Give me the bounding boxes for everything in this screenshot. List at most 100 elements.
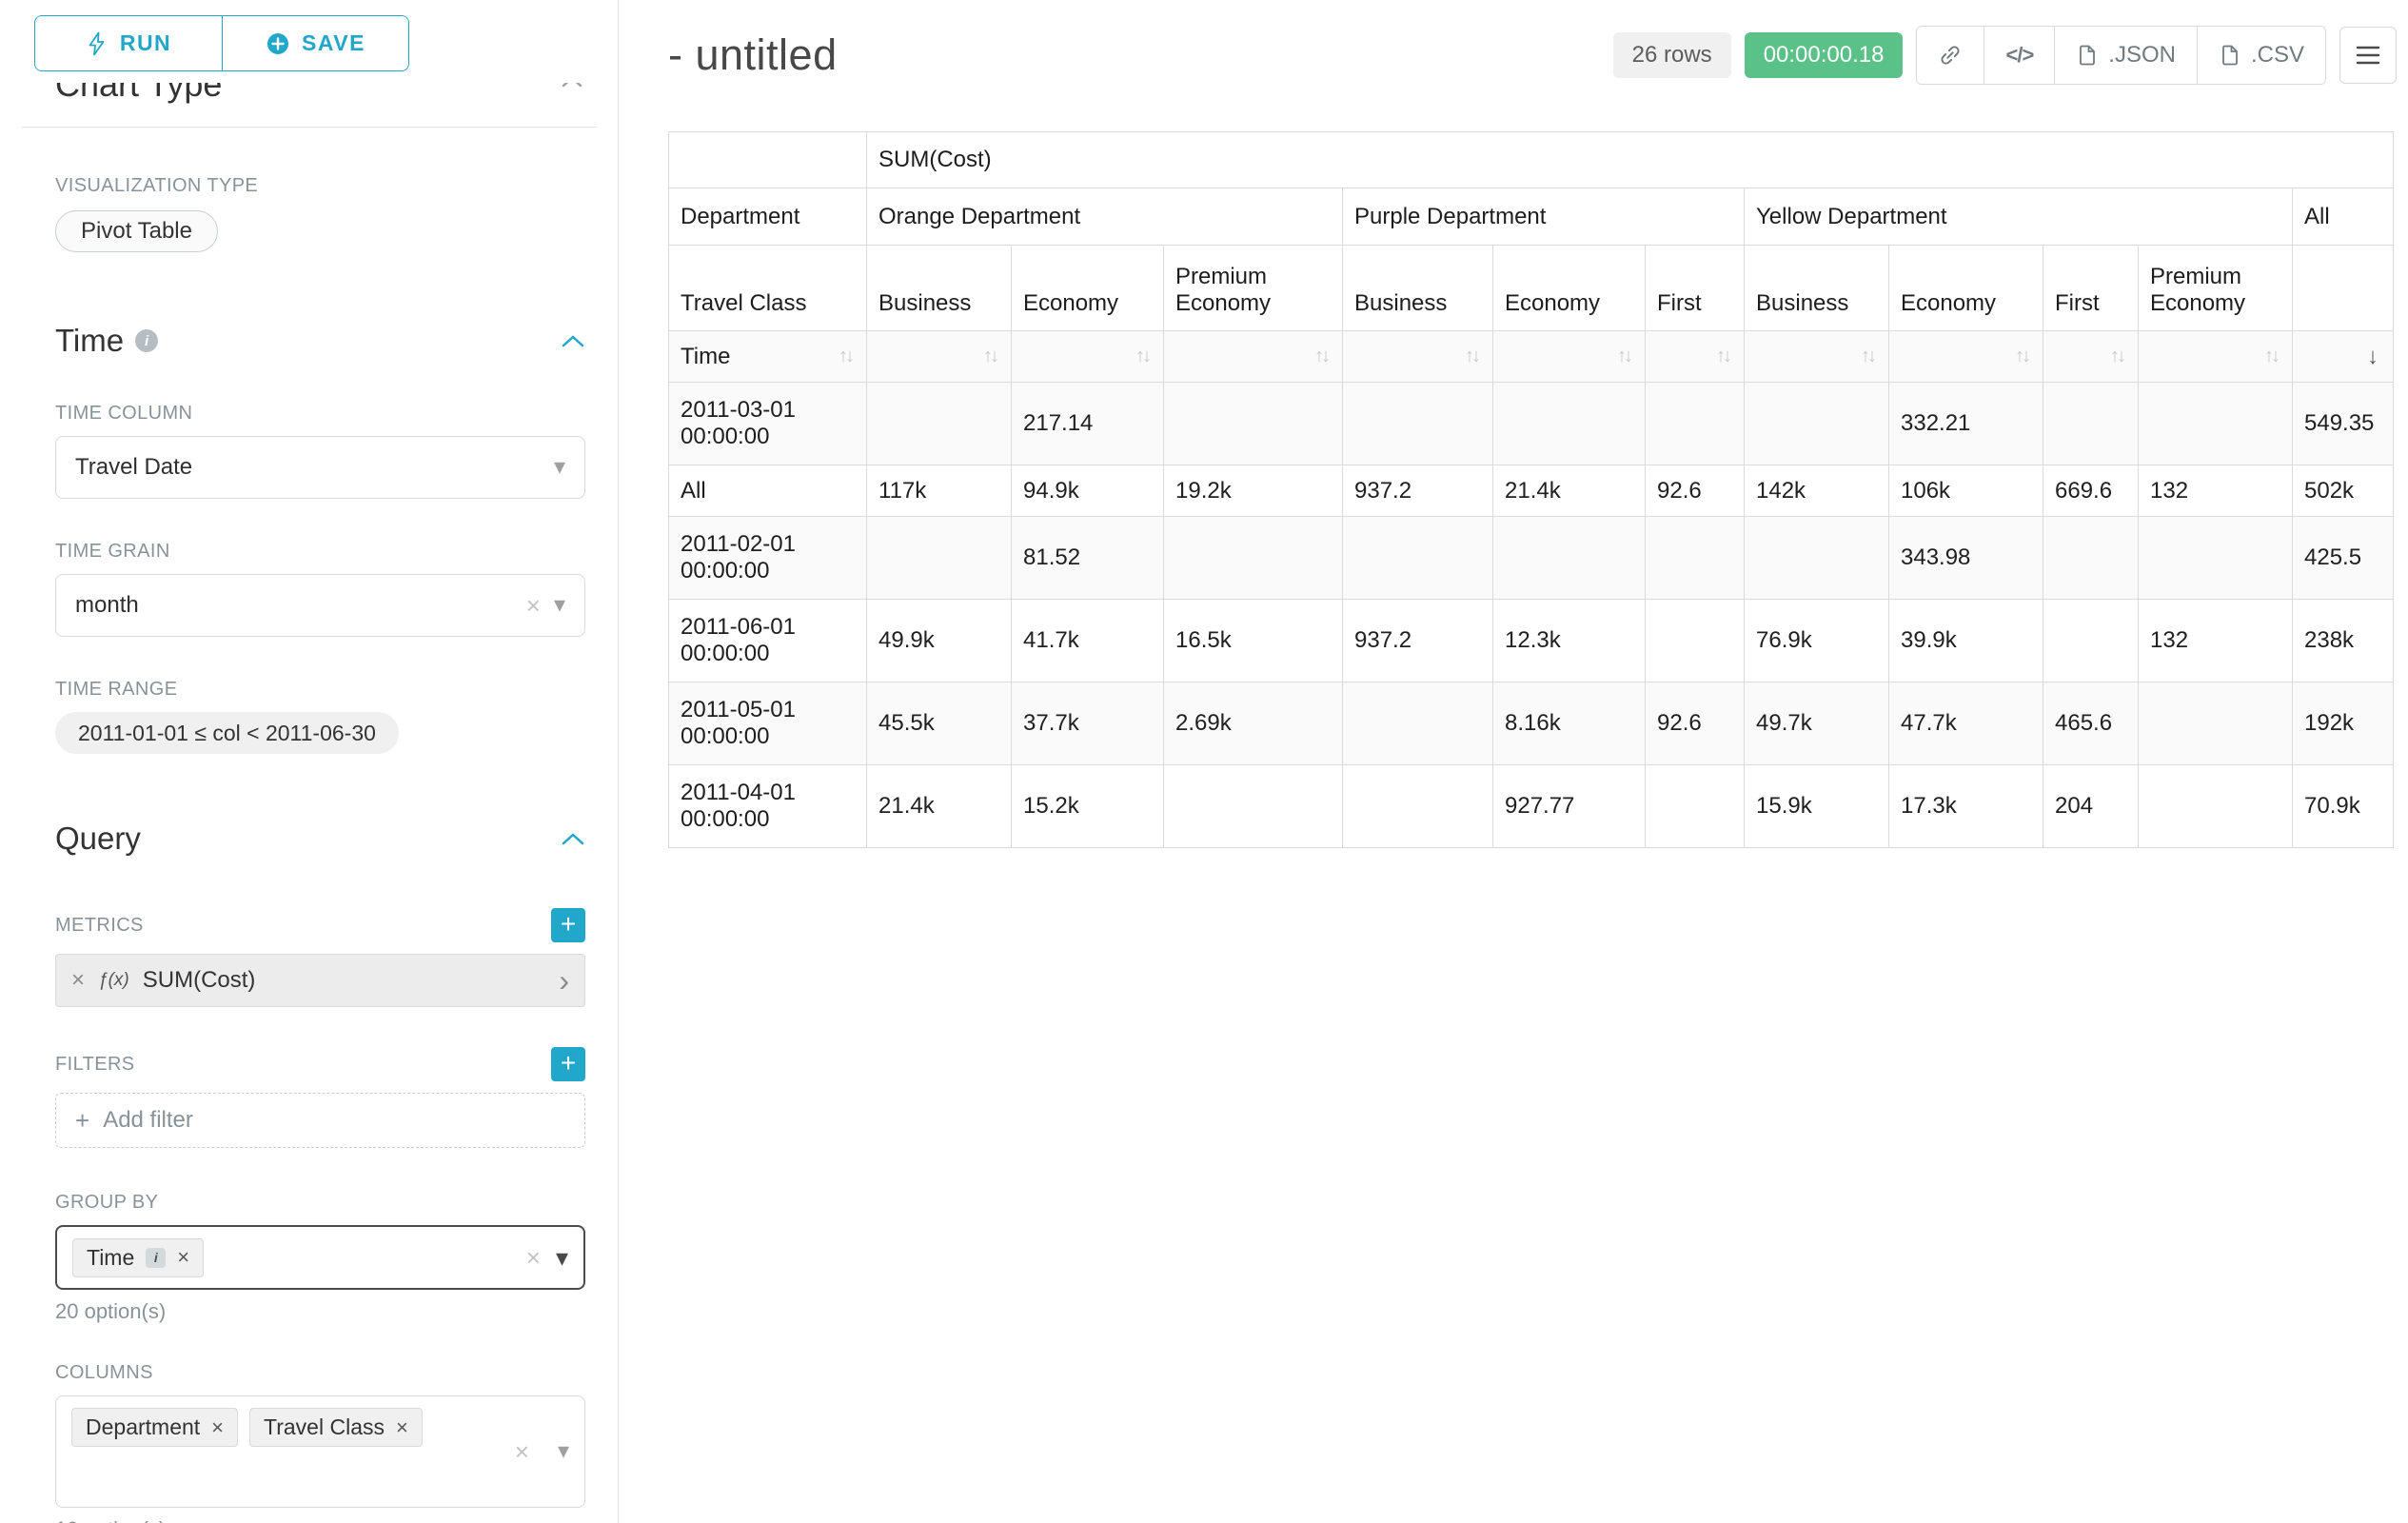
sort-icon[interactable]: ↑↓ xyxy=(1861,346,1877,367)
pivot-value-cell: 142k xyxy=(1745,465,1889,517)
chart-header-actions: 26 rows 00:00:00.18 </> xyxy=(1613,26,2397,85)
pivot-value-cell: 132 xyxy=(2139,600,2293,682)
remove-icon[interactable]: × xyxy=(211,1417,224,1438)
pivot-sort-cell[interactable]: ↓ xyxy=(2293,331,2394,383)
chevron-right-icon[interactable]: › xyxy=(559,965,569,996)
select-controls: × ▾ xyxy=(515,1439,569,1464)
sort-icon[interactable]: ↑↓ xyxy=(2110,346,2126,367)
pivot-row-header: 2011-03-01 00:00:00 xyxy=(669,383,867,465)
sort-icon[interactable]: ↑↓ xyxy=(1617,346,1633,367)
pivot-value-cell xyxy=(1493,517,1646,600)
select-controls: × ▾ xyxy=(526,1245,568,1270)
columns-options-hint: 19 option(s) xyxy=(55,1517,585,1523)
pivot-value-cell: 2.69k xyxy=(1164,682,1343,765)
pivot-sort-cell[interactable]: ↑↓ xyxy=(2139,331,2293,383)
clear-icon[interactable]: × xyxy=(515,1439,529,1464)
pivot-sort-cell[interactable]: ↑↓ xyxy=(1343,331,1493,383)
pivot-value-cell: 41.7k xyxy=(1012,600,1164,682)
chevron-up-icon[interactable] xyxy=(561,831,585,846)
pivot-value-cell xyxy=(2139,383,2293,465)
pivot-value-cell xyxy=(1343,517,1493,600)
department-axis-label: Department xyxy=(669,188,867,246)
save-button[interactable]: SAVE xyxy=(222,16,408,70)
chevron-up-icon[interactable] xyxy=(561,333,585,348)
sort-icon[interactable]: ↑↓ xyxy=(983,346,999,367)
sort-icon[interactable]: ↑↓ xyxy=(839,346,855,367)
export-csv-button[interactable]: .CSV xyxy=(2197,27,2325,84)
add-filter-button[interactable]: + Add filter xyxy=(55,1093,585,1148)
pivot-sort-cell[interactable]: ↑↓ xyxy=(1745,331,1889,383)
sort-icon[interactable]: ↑↓ xyxy=(2264,346,2280,367)
pivot-sort-cell[interactable]: ↑↓ xyxy=(1646,331,1745,383)
pivot-value-cell: 8.16k xyxy=(1493,682,1646,765)
clear-icon[interactable]: × xyxy=(526,593,541,618)
tag-pill[interactable]: Timei× xyxy=(72,1238,204,1277)
time-section-header[interactable]: Time i xyxy=(55,323,585,359)
time-range-pill[interactable]: 2011-01-01 ≤ col < 2011-06-30 xyxy=(55,712,399,754)
travel-class-header: Premium Economy xyxy=(1164,246,1343,331)
pivot-value-cell: 502k xyxy=(2293,465,2394,517)
query-timer-badge: 00:00:00.18 xyxy=(1745,32,1904,78)
sort-icon[interactable]: ↑↓ xyxy=(1135,346,1152,367)
tag-pill[interactable]: Travel Class × xyxy=(249,1408,423,1447)
pivot-value-cell: 15.9k xyxy=(1745,765,1889,848)
pivot-row-header: 2011-04-01 00:00:00 xyxy=(669,765,867,848)
sort-icon[interactable]: ↑↓ xyxy=(1716,346,1732,367)
travel-class-header-row: Travel ClassBusinessEconomyPremium Econo… xyxy=(669,246,2394,331)
remove-icon[interactable]: × xyxy=(71,969,85,992)
sort-icon[interactable]: ↑↓ xyxy=(2015,346,2031,367)
share-link-button[interactable] xyxy=(1917,27,1984,84)
travel-class-header: Business xyxy=(867,246,1012,331)
metric-label: SUM(Cost) xyxy=(143,967,256,994)
pivot-value-cell xyxy=(1646,383,1745,465)
menu-button[interactable] xyxy=(2339,27,2397,84)
pivot-sort-cell[interactable]: ↑↓ xyxy=(1493,331,1646,383)
remove-icon[interactable]: × xyxy=(396,1417,408,1438)
query-section-header[interactable]: Query xyxy=(55,821,585,857)
pivot-value-cell xyxy=(1646,517,1745,600)
time-column-select[interactable]: Travel Date ▾ xyxy=(55,436,585,499)
chevron-up-icon[interactable] xyxy=(561,83,583,93)
chart-title[interactable]: - untitled xyxy=(668,30,838,80)
department-header-row: DepartmentOrange DepartmentPurple Depart… xyxy=(669,188,2394,246)
group-by-select[interactable]: Timei× × ▾ xyxy=(55,1225,585,1290)
pivot-value-cell: 45.5k xyxy=(867,682,1012,765)
pivot-value-cell xyxy=(1164,517,1343,600)
metric-item[interactable]: × ƒ(x) SUM(Cost) › xyxy=(55,954,585,1007)
tag-label: Travel Class xyxy=(264,1414,385,1440)
travel-class-header: Business xyxy=(1745,246,1889,331)
pivot-value-cell: 92.6 xyxy=(1646,682,1745,765)
visualization-type-pill[interactable]: Pivot Table xyxy=(55,210,218,252)
sort-icon[interactable]: ↑↓ xyxy=(1314,346,1331,367)
travel-class-header: Economy xyxy=(1012,246,1164,331)
department-header: All xyxy=(2293,188,2394,246)
pivot-sort-cell[interactable]: ↑↓ xyxy=(1164,331,1343,383)
add-metric-button[interactable]: + xyxy=(551,908,585,942)
embed-code-button[interactable]: </> xyxy=(1984,27,2054,84)
pivot-table: SUM(Cost)DepartmentOrange DepartmentPurp… xyxy=(668,131,2394,848)
pivot-sort-cell[interactable]: ↑↓ xyxy=(867,331,1012,383)
pivot-value-cell: 12.3k xyxy=(1493,600,1646,682)
time-grain-select[interactable]: month × ▾ xyxy=(55,574,585,637)
sort-desc-icon[interactable]: ↓ xyxy=(2367,344,2381,370)
caret-down-icon[interactable]: ▾ xyxy=(558,1440,569,1463)
pivot-sort-cell[interactable]: ↑↓ xyxy=(1012,331,1164,383)
pivot-value-cell: 669.6 xyxy=(2043,465,2139,517)
export-json-button[interactable]: .JSON xyxy=(2054,27,2197,84)
export-button-group: </> .JSON .CSV xyxy=(1916,26,2326,85)
pivot-sort-cell[interactable]: ↑↓ xyxy=(2043,331,2139,383)
run-button[interactable]: RUN xyxy=(35,16,222,70)
pivot-data-row: 2011-04-01 00:00:0021.4k15.2k927.7715.9k… xyxy=(669,765,2394,848)
pivot-sort-cell[interactable]: ↑↓ xyxy=(1889,331,2043,383)
caret-down-icon[interactable]: ▾ xyxy=(556,1245,568,1270)
sort-icon[interactable]: ↑↓ xyxy=(1465,346,1481,367)
add-filter-plus-button[interactable]: + xyxy=(551,1047,585,1081)
metrics-label: METRICS xyxy=(55,915,144,937)
pivot-value-cell: 21.4k xyxy=(867,765,1012,848)
tag-pill[interactable]: Department× xyxy=(71,1408,238,1447)
clear-icon[interactable]: × xyxy=(526,1245,541,1270)
pivot-row-header: All xyxy=(669,465,867,517)
columns-select[interactable]: Department× Travel Class × × ▾ xyxy=(55,1395,585,1508)
remove-icon[interactable]: × xyxy=(177,1247,189,1268)
pivot-value-cell xyxy=(1164,383,1343,465)
